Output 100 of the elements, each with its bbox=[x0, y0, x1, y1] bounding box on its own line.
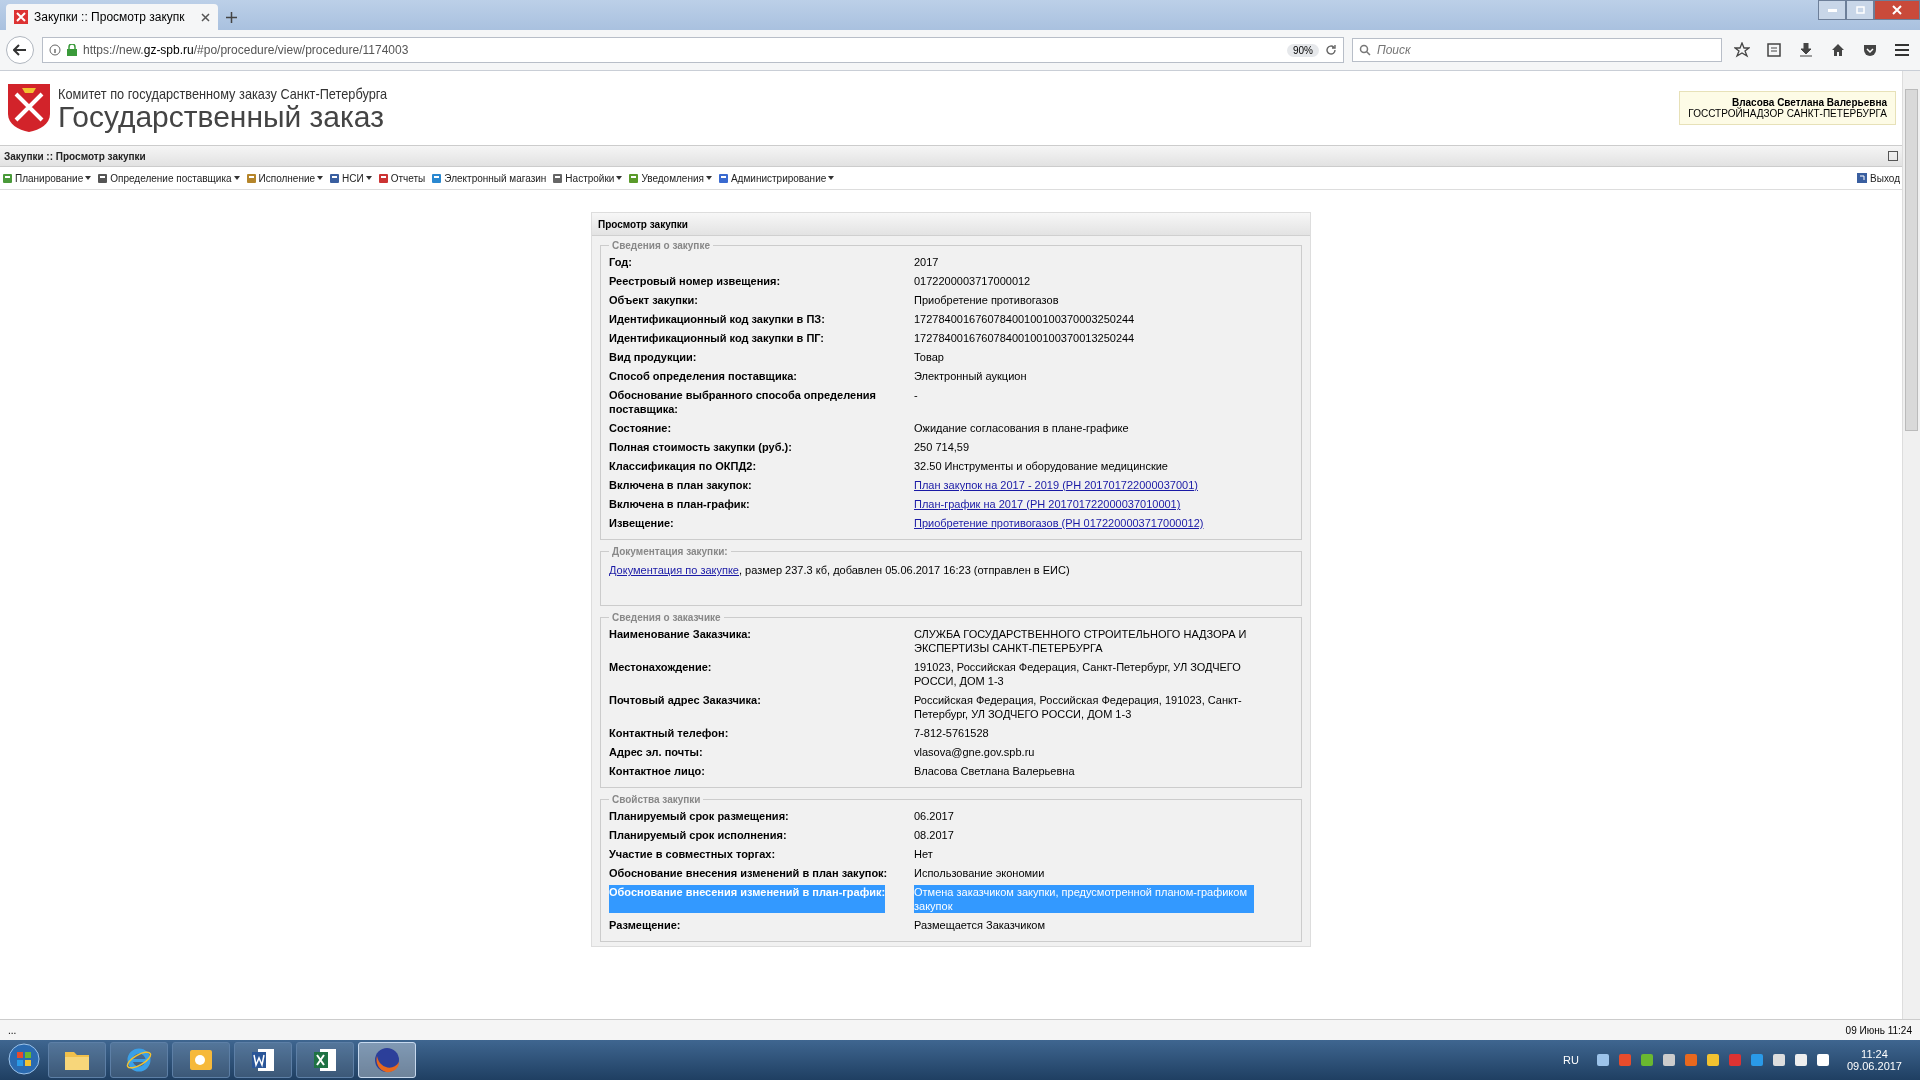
menu-icon-glyph bbox=[2, 172, 13, 184]
field-label: Планируемый срок исполнения: bbox=[609, 828, 787, 842]
field-label: Обоснование внесения изменений в план закупок: bbox=[609, 866, 888, 880]
field-value: Электронный аукцион bbox=[914, 369, 1027, 383]
taskbar-app[interactable] bbox=[110, 1042, 168, 1078]
status-text: ... bbox=[8, 1024, 17, 1036]
field-label: Обоснование выбранного способа определения поставщика: bbox=[609, 388, 877, 416]
menu-item[interactable]: Отчеты bbox=[377, 172, 426, 184]
close-icon[interactable] bbox=[201, 12, 210, 22]
field-value: 191023, Российская Федерация, Санкт-Петербург, УЛ ЗОДЧЕГО РОССИ, ДОМ 1-3 bbox=[914, 660, 1242, 688]
field-label: Местонахождение: bbox=[609, 660, 712, 675]
tray-icon[interactable] bbox=[1770, 1052, 1787, 1068]
field-value: 172784001676078400100100370013250244 bbox=[914, 331, 1135, 345]
menu-icon-glyph bbox=[552, 172, 564, 184]
tray-icon[interactable] bbox=[1660, 1052, 1677, 1068]
field-label: Наименование Заказчика: bbox=[609, 627, 751, 642]
field-link[interactable]: План закупок на 2017 - 2019 (РН 201701722000037001) bbox=[914, 478, 1198, 492]
info-icon bbox=[49, 44, 61, 56]
field-value: Товар bbox=[914, 350, 944, 364]
taskbar-app[interactable] bbox=[234, 1042, 292, 1078]
field-value: - bbox=[914, 388, 918, 403]
field-value: Отмена заказчиком закупки, предусмотренной планом-графиком закупок bbox=[914, 885, 1254, 913]
field-value: Приобретение противогазов bbox=[914, 293, 1059, 307]
menu-item[interactable]: Исполнение bbox=[245, 172, 324, 184]
menu-item[interactable]: НСИ bbox=[329, 172, 372, 184]
search-field[interactable]: Поиск bbox=[1352, 38, 1722, 62]
menu-item[interactable]: Электронный магазин bbox=[431, 172, 547, 184]
field-label: Контактное лицо: bbox=[609, 764, 705, 778]
field-value: Власова Светлана Валерьевна bbox=[914, 764, 1075, 778]
address-field[interactable]: https://new.gz-spb.ru/#po/procedure/view/procedure/1174003 90% bbox=[42, 37, 1344, 63]
field-value: Ожидание согласования в плане-графике bbox=[914, 421, 1129, 435]
menu-icon-glyph bbox=[329, 172, 341, 184]
download-icon[interactable] bbox=[1799, 43, 1813, 57]
reading-list-icon[interactable] bbox=[1767, 43, 1781, 57]
collapse-icon[interactable] bbox=[1888, 151, 1898, 161]
pocket-icon[interactable] bbox=[1863, 43, 1877, 57]
field-label: Классификация по ОКПД2: bbox=[609, 459, 757, 473]
menu-icon-glyph bbox=[431, 172, 443, 184]
field-label: Почтовый адрес Заказчика: bbox=[609, 693, 761, 708]
field-label: Включена в план-график: bbox=[609, 497, 750, 511]
home-icon[interactable] bbox=[1831, 43, 1845, 57]
browser-tab[interactable]: Закупки :: Просмотр закупк bbox=[6, 4, 218, 30]
menu-icon-glyph bbox=[377, 172, 389, 184]
minimize-button[interactable] bbox=[1818, 0, 1846, 20]
site-title: Государственный заказ bbox=[58, 101, 384, 132]
field-value: Нет bbox=[914, 847, 933, 861]
star-icon[interactable] bbox=[1734, 42, 1750, 58]
field-value: Использование экономии bbox=[914, 866, 1045, 880]
tray-icon[interactable] bbox=[1792, 1052, 1809, 1068]
menu-item[interactable]: Настройки bbox=[552, 172, 623, 184]
panel-title: Просмотр закупки bbox=[592, 213, 1310, 236]
back-button[interactable] bbox=[6, 36, 34, 64]
zoom-level[interactable]: 90% bbox=[1287, 43, 1319, 57]
menu-icon-glyph bbox=[97, 172, 109, 184]
menu-item[interactable]: Планирование bbox=[2, 172, 92, 184]
maximize-icon bbox=[1855, 6, 1865, 14]
field-label: Адрес эл. почты: bbox=[609, 745, 703, 759]
close-window-button[interactable] bbox=[1874, 0, 1920, 20]
maximize-button[interactable] bbox=[1846, 0, 1874, 20]
menu-item[interactable]: Определение поставщика bbox=[97, 172, 240, 184]
reload-icon[interactable] bbox=[1325, 44, 1337, 56]
tray-icon[interactable] bbox=[1594, 1052, 1611, 1068]
breadcrumb: Закупки :: Просмотр закупки bbox=[4, 150, 146, 162]
field-label: Состояние: bbox=[609, 421, 672, 435]
document-link[interactable]: Документация по закупке bbox=[609, 564, 739, 576]
section-legend: Сведения о закупке bbox=[609, 240, 713, 251]
menu-icon-glyph bbox=[717, 172, 729, 184]
new-tab-icon[interactable] bbox=[225, 11, 237, 23]
field-value: 2017 bbox=[914, 255, 939, 269]
section-legend: Свойства закупки bbox=[609, 794, 704, 805]
field-label: Идентификационный код закупки в ПГ: bbox=[609, 331, 825, 345]
field-link[interactable]: План-график на 2017 (РН 201701722000037010001) bbox=[914, 497, 1181, 511]
lock-icon bbox=[67, 44, 77, 56]
logout-link[interactable]: Выход bbox=[1856, 172, 1900, 184]
field-label: Идентификационный код закупки в ПЗ: bbox=[609, 312, 825, 326]
field-label: Извещение: bbox=[609, 516, 674, 530]
clock[interactable]: 11:24 09.06.2017 bbox=[1836, 1048, 1916, 1072]
field-value: 7-812-5761528 bbox=[914, 726, 989, 740]
tray-icon[interactable] bbox=[1814, 1052, 1831, 1068]
field-value: 0172200003717000012 bbox=[914, 274, 1031, 288]
field-label: Включена в план закупок: bbox=[609, 478, 752, 492]
field-link[interactable]: Приобретение противогазов (РН 0172200003717000012) bbox=[914, 516, 1204, 530]
menu-item[interactable]: Уведомления bbox=[628, 172, 712, 184]
field-value: 08.2017 bbox=[914, 828, 954, 842]
taskbar-app[interactable] bbox=[48, 1042, 106, 1078]
taskbar-app[interactable] bbox=[296, 1042, 354, 1078]
menu-item[interactable]: Администрирование bbox=[717, 172, 835, 184]
section-legend: Документация закупки: bbox=[609, 546, 731, 557]
menu-icon-glyph bbox=[245, 172, 257, 184]
organization-name: Комитет по государственному заказу Санкт-Петербурга bbox=[58, 84, 388, 102]
taskbar-app[interactable] bbox=[172, 1042, 230, 1078]
field-label: Полная стоимость закупки (руб.): bbox=[609, 440, 792, 454]
language-indicator[interactable]: RU bbox=[1563, 1054, 1579, 1066]
section-legend: Сведения о заказчике bbox=[609, 612, 724, 623]
tray-icon[interactable] bbox=[1704, 1052, 1721, 1068]
field-value: 172784001676078400100100370003250244 bbox=[914, 312, 1135, 326]
tray-icon[interactable] bbox=[1638, 1052, 1655, 1068]
menu-icon[interactable] bbox=[1895, 44, 1909, 56]
user-info-box: Власова Светлана Валерьевна ГОССТРОЙНАДЗОР САНКТ-ПЕТЕРБУРГА bbox=[1679, 91, 1896, 125]
scrollbar[interactable] bbox=[1902, 71, 1920, 1019]
